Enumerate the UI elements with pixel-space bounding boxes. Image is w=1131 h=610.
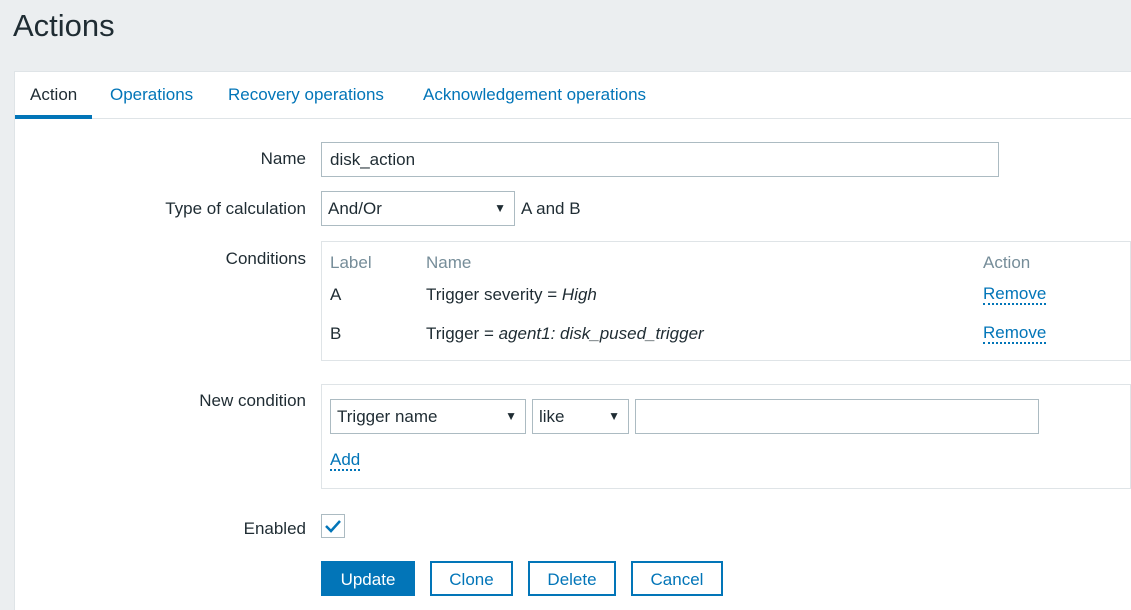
condition-operator-selected: like — [539, 407, 565, 426]
enabled-label: Enabled — [243, 519, 306, 538]
conditions-header-label: Label — [330, 253, 372, 272]
chevron-down-icon: ▼ — [608, 409, 620, 423]
remove-condition-link[interactable]: Remove — [983, 285, 1047, 305]
calculation-formula: A and B — [521, 199, 581, 218]
calculation-select[interactable]: And/Or ▼ — [321, 191, 515, 226]
tab-acknowledgement-operations[interactable]: Acknowledgement operations — [408, 72, 661, 119]
tab-action[interactable]: Action — [15, 72, 93, 119]
condition-row-label: B — [330, 324, 342, 343]
condition-row-name: Trigger severity = High — [426, 285, 597, 304]
calculation-selected: And/Or — [328, 199, 382, 218]
page-title: Actions — [13, 8, 115, 43]
conditions-header-name: Name — [426, 253, 472, 272]
calculation-label: Type of calculation — [165, 199, 306, 218]
delete-button[interactable]: Delete — [528, 561, 616, 596]
condition-row-label: A — [330, 285, 342, 304]
conditions-label: Conditions — [225, 249, 306, 268]
tab-bar: Action Operations Recovery operations Ac… — [15, 72, 1131, 119]
condition-type-selected: Trigger name — [337, 407, 438, 426]
name-input[interactable] — [321, 142, 999, 177]
condition-type-select[interactable]: Trigger name ▼ — [330, 399, 526, 434]
new-condition-label: New condition — [199, 391, 306, 410]
chevron-down-icon: ▼ — [505, 409, 517, 423]
remove-condition-link[interactable]: Remove — [983, 324, 1047, 344]
chevron-down-icon: ▼ — [494, 201, 506, 215]
tab-recovery-operations[interactable]: Recovery operations — [213, 72, 399, 119]
condition-operator-select[interactable]: like ▼ — [532, 399, 629, 434]
clone-button[interactable]: Clone — [430, 561, 513, 596]
enabled-checkbox[interactable] — [321, 514, 345, 538]
update-button[interactable]: Update — [321, 561, 415, 596]
conditions-header-action: Action — [983, 253, 1031, 272]
condition-row-name: Trigger = agent1: disk_pused_trigger — [426, 324, 704, 343]
condition-value-input[interactable] — [635, 399, 1039, 434]
checkmark-icon — [325, 520, 341, 533]
cancel-button[interactable]: Cancel — [631, 561, 723, 596]
name-label: Name — [260, 149, 306, 168]
add-condition-link[interactable]: Add — [330, 451, 361, 471]
tab-operations[interactable]: Operations — [95, 72, 208, 119]
